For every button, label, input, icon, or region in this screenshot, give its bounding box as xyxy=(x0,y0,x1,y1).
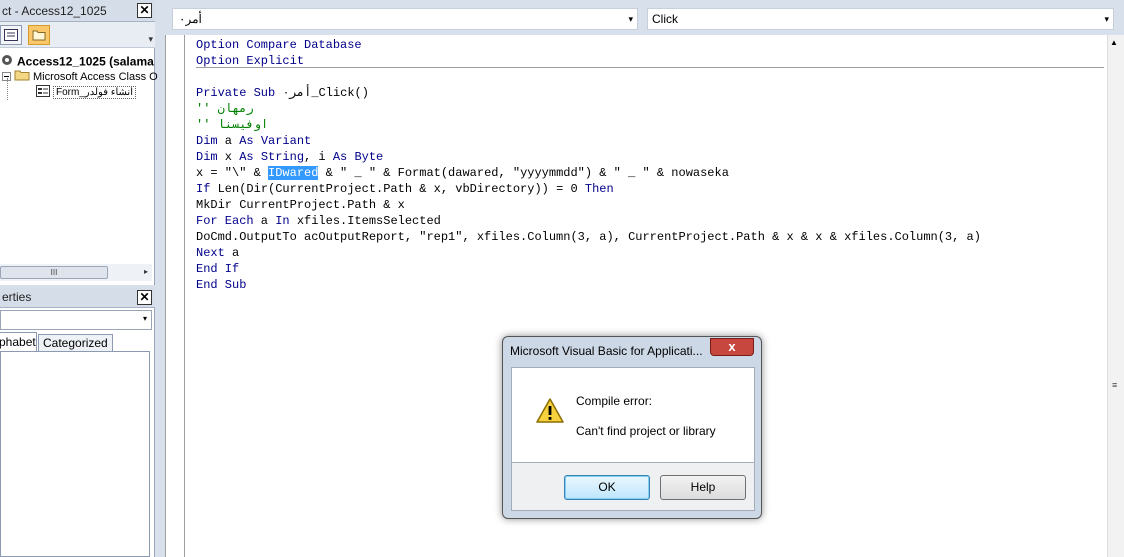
chevron-down-icon[interactable]: ▾ xyxy=(628,14,633,25)
dialog-body: Compile error: Can't find project or lib… xyxy=(511,367,755,463)
folder-icon xyxy=(32,30,46,41)
scrollbar-thumb[interactable]: III xyxy=(0,266,108,279)
code-line[interactable]: End If xyxy=(196,261,1104,277)
code-line[interactable]: Private Sub أمر٠_Click() xyxy=(196,85,1104,101)
code-text: x = "\" & xyxy=(196,166,269,180)
dialog-title: Microsoft Visual Basic for Applicati... xyxy=(510,344,703,358)
code-keyword: Then xyxy=(584,182,614,196)
code-text: DoCmd.OutputTo acOutputReport, "rep1", x… xyxy=(196,230,981,244)
code-text: & " _ " & Format(dawared, "yyyymmdd") & … xyxy=(318,166,729,180)
code-keyword: For Each xyxy=(196,214,254,228)
margin-indicator-bar[interactable] xyxy=(166,35,185,557)
view-object-icon xyxy=(4,29,18,41)
scrollbar-grip-icon[interactable]: ≡ xyxy=(1112,380,1117,390)
code-text: أمر٠_Click() xyxy=(282,86,369,100)
code-text: a xyxy=(253,214,276,228)
properties-grid[interactable] xyxy=(0,351,150,557)
tree-item-project[interactable]: Access12_1025 (salama xyxy=(0,53,154,69)
properties-object-dropdown[interactable]: ▾ xyxy=(0,310,152,330)
procedure-combobox-value: Click xyxy=(652,12,678,26)
chevron-down-icon[interactable]: ▾ xyxy=(143,314,147,323)
tree-item-form[interactable]: Form_انشاء فولدر xyxy=(36,85,136,101)
project-explorer-toolbar: ▾ xyxy=(0,22,155,48)
code-comment: '' اوفيسنا xyxy=(196,118,269,132)
tab-alphabetic[interactable]: phabetic xyxy=(0,332,37,352)
properties-titlebar: erties ✕ xyxy=(0,288,155,308)
code-line[interactable]: '' رمهان xyxy=(196,101,1104,117)
dialog-close-button[interactable]: x xyxy=(710,338,754,356)
tree-item-class-objects[interactable]: Microsoft Access Class O xyxy=(2,69,158,85)
code-text: xfiles.ItemsSelected xyxy=(289,214,441,228)
selected-text: IDwared xyxy=(268,166,319,180)
project-explorer-titlebar: ct - Access12_1025 ✕ xyxy=(0,0,155,22)
code-line[interactable]: Option Explicit xyxy=(196,53,1104,69)
toolbar-overflow-icon[interactable]: ▾ xyxy=(148,34,153,45)
code-keyword: Next xyxy=(196,246,225,260)
vba-project-icon xyxy=(0,53,14,70)
tree-label-project: Access12_1025 (salama xyxy=(17,54,154,69)
code-text: Len(Dir(CurrentProject.Path & x, vbDirec… xyxy=(210,182,585,196)
code-text: MkDir CurrentProject.Path & x xyxy=(196,198,405,212)
code-keyword: Option Compare Database xyxy=(196,38,362,52)
code-text: a xyxy=(224,246,240,260)
code-text: a xyxy=(217,134,240,148)
project-explorer-pane: ct - Access12_1025 ✕ ▾ Access12_1025 (sa… xyxy=(0,0,158,285)
object-combobox-value: أمر٠ xyxy=(179,12,202,26)
code-keyword: As Variant xyxy=(239,134,312,148)
code-keyword: End Sub xyxy=(196,278,247,292)
code-keyword: In xyxy=(275,214,290,228)
code-line[interactable]: Next a xyxy=(196,245,1104,261)
dialog-message-body: Can't find project or library xyxy=(576,424,716,438)
form-icon xyxy=(36,85,50,100)
code-line[interactable]: Dim a As Variant xyxy=(196,133,1104,149)
code-comment: '' رمهان xyxy=(196,102,254,116)
code-line[interactable]: Option Compare Database xyxy=(196,37,1104,53)
code-line[interactable]: '' اوفيسنا xyxy=(196,117,1104,133)
code-line[interactable]: For Each a In xfiles.ItemsSelected xyxy=(196,213,1104,229)
tree-label-form: Form_انشاء فولدر xyxy=(53,86,136,100)
code-vertical-scrollbar[interactable]: ▲ ≡ xyxy=(1107,35,1124,557)
project-explorer-title: ct - Access12_1025 xyxy=(2,4,107,18)
code-text: , i xyxy=(304,150,333,164)
properties-title: erties xyxy=(2,290,32,304)
scroll-up-icon[interactable]: ▲ xyxy=(1110,38,1118,47)
code-line[interactable]: DoCmd.OutputTo acOutputReport, "rep1", x… xyxy=(196,229,1104,245)
tab-categorized[interactable]: Categorized xyxy=(38,334,113,351)
code-line[interactable]: Dim x As String, i As Byte xyxy=(196,149,1104,165)
help-button[interactable]: Help xyxy=(660,475,746,500)
code-text: x xyxy=(217,150,240,164)
properties-pane: erties ✕ ▾ phabetic Categorized xyxy=(0,288,155,557)
code-line[interactable]: x = "\" & IDwared & " _ " & Format(dawar… xyxy=(196,165,1104,181)
tree-label-class-objects: Microsoft Access Class O xyxy=(33,70,158,83)
warning-icon xyxy=(535,397,565,427)
code-keyword: As Byte xyxy=(332,150,384,164)
code-keyword: Option Explicit xyxy=(196,54,305,68)
code-keyword: As String xyxy=(239,150,305,164)
code-keyword: If xyxy=(196,182,211,196)
code-line[interactable]: If Len(Dir(CurrentProject.Path & x, vbDi… xyxy=(196,181,1104,197)
code-keyword: Dim xyxy=(196,134,218,148)
procedure-combobox[interactable]: Click ▾ xyxy=(647,8,1114,30)
project-explorer-close-icon[interactable]: ✕ xyxy=(137,3,152,18)
object-combobox[interactable]: أمر٠ ▾ xyxy=(172,8,638,30)
ok-button[interactable]: OK xyxy=(564,475,650,500)
code-line[interactable]: End Sub xyxy=(196,277,1104,293)
code-keyword: Private Sub xyxy=(196,86,283,100)
dialog-button-bar: OK Help xyxy=(511,463,755,511)
tree-connector xyxy=(7,78,8,100)
view-object-button[interactable] xyxy=(0,25,22,45)
code-keyword: End If xyxy=(196,262,240,276)
folder-icon xyxy=(14,69,30,84)
toggle-folders-button[interactable] xyxy=(28,25,50,45)
code-line[interactable]: MkDir CurrentProject.Path & x xyxy=(196,197,1104,213)
properties-close-icon[interactable]: ✕ xyxy=(137,290,152,305)
compile-error-dialog: Microsoft Visual Basic for Applicati... … xyxy=(502,336,762,519)
chevron-down-icon[interactable]: ▾ xyxy=(1104,14,1109,25)
dialog-message-title: Compile error: xyxy=(576,394,653,408)
code-line[interactable] xyxy=(196,69,1104,85)
properties-tabs: phabetic Categorized xyxy=(0,332,155,352)
project-horizontal-scrollbar[interactable]: III ▸ xyxy=(0,264,152,281)
scroll-right-icon[interactable]: ▸ xyxy=(144,267,148,276)
code-keyword: Dim xyxy=(196,150,218,164)
